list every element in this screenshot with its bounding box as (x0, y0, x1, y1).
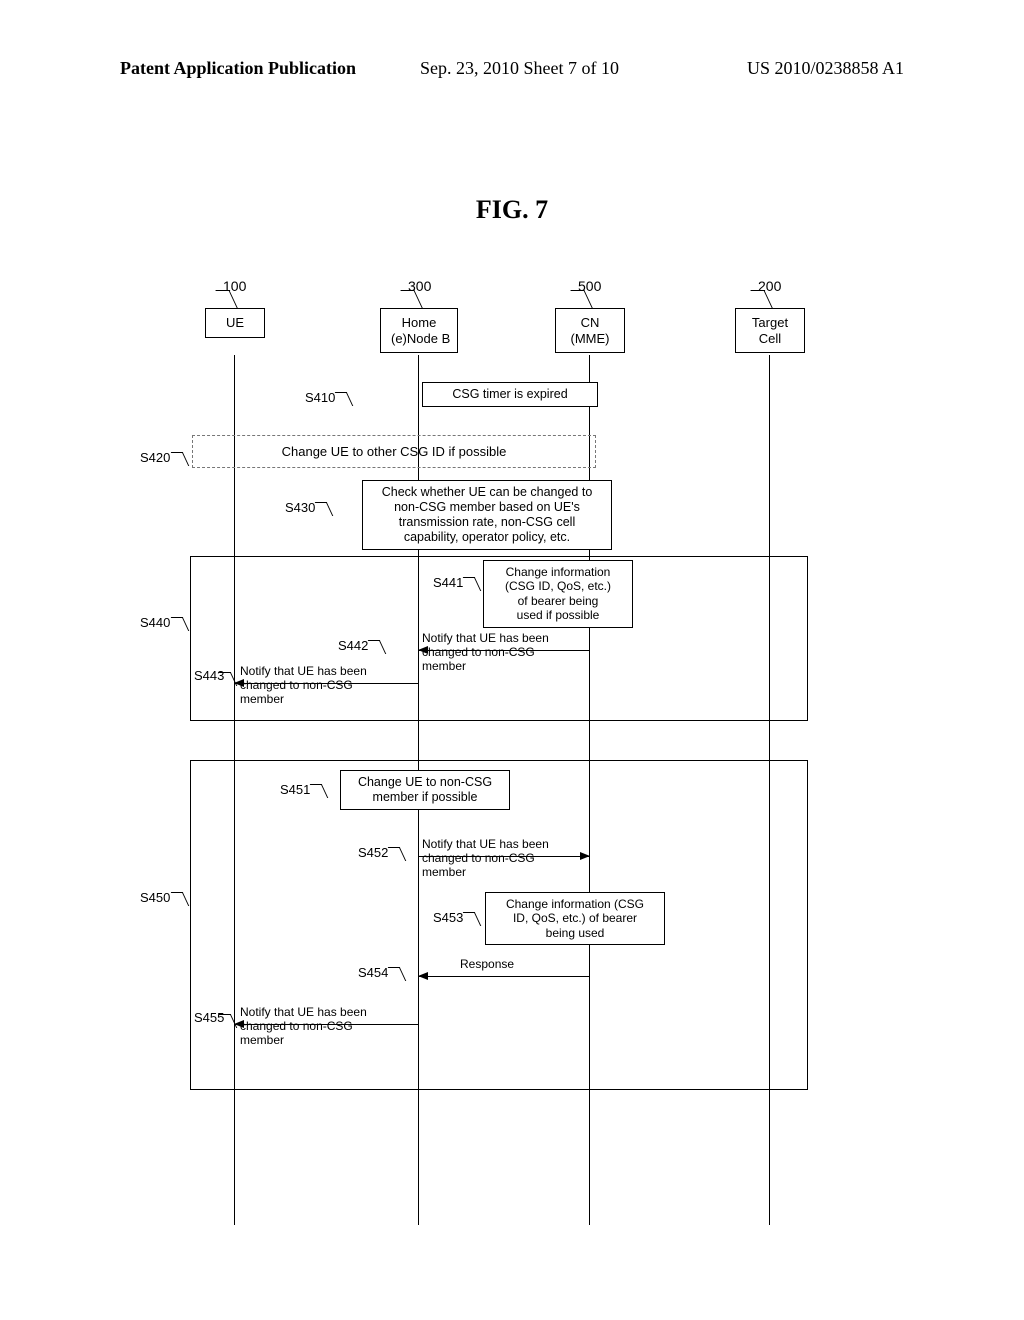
actor-hnb-num: 300 (408, 278, 431, 294)
arrow-s454 (419, 976, 589, 977)
figure-title: FIG. 7 (0, 195, 1024, 225)
step-s453-label: S453 (433, 910, 463, 925)
step-s455-label: S455 (194, 1010, 224, 1025)
actor-ue: UE (205, 308, 265, 338)
actor-cn-mme: CN (MME) (555, 308, 625, 353)
step-s454-label: S454 (358, 965, 388, 980)
arrow-s455 (235, 1024, 418, 1025)
actor-home-enodeb: Home (e)Node B (380, 308, 458, 353)
step-s420-tick (171, 452, 190, 466)
step-s410-label: S410 (305, 390, 335, 405)
actor-target-cell: Target Cell (735, 308, 805, 353)
step-s451-label: S451 (280, 782, 310, 797)
header-right: US 2010/0238858 A1 (747, 58, 904, 79)
step-s441-label: S441 (433, 575, 463, 590)
step-s420-label: S420 (140, 450, 170, 465)
arrow-s452 (419, 856, 589, 857)
step-s451-box: Change UE to non-CSG member if possible (340, 770, 510, 810)
step-s443-text: Notify that UE has been changed to non-C… (240, 665, 415, 706)
step-s430-tick (315, 502, 334, 516)
step-s441-box: Change information (CSG ID, QoS, etc.) o… (483, 560, 633, 628)
step-s443-label: S443 (194, 668, 224, 683)
step-s420-box: Change UE to other CSG ID if possible (192, 435, 596, 468)
step-s442-label: S442 (338, 638, 368, 653)
step-s452-text: Notify that UE has been changed to non-C… (422, 838, 587, 879)
header-left: Patent Application Publication (120, 58, 356, 79)
step-s410-box: CSG timer is expired (422, 382, 598, 407)
step-s455-text: Notify that UE has been changed to non-C… (240, 1006, 415, 1047)
step-s430-label: S430 (285, 500, 315, 515)
actor-cn-num: 500 (578, 278, 601, 294)
actor-target-num: 200 (758, 278, 781, 294)
step-s450-label: S450 (140, 890, 170, 905)
step-s410-tick (335, 392, 354, 406)
header-center: Sep. 23, 2010 Sheet 7 of 10 (420, 58, 619, 79)
arrow-s443 (235, 683, 418, 684)
step-s430-box: Check whether UE can be changed to non-C… (362, 480, 612, 550)
step-s452-label: S452 (358, 845, 388, 860)
step-s450-tick (171, 892, 190, 906)
step-s454-text: Response (460, 958, 514, 972)
actor-ue-num: 100 (223, 278, 246, 294)
arrow-s442 (419, 650, 589, 651)
step-s442-text: Notify that UE has been changed to non-C… (422, 632, 587, 673)
step-s440-tick (171, 617, 190, 631)
step-s453-box: Change information (CSG ID, QoS, etc.) o… (485, 892, 665, 945)
step-s440-label: S440 (140, 615, 170, 630)
